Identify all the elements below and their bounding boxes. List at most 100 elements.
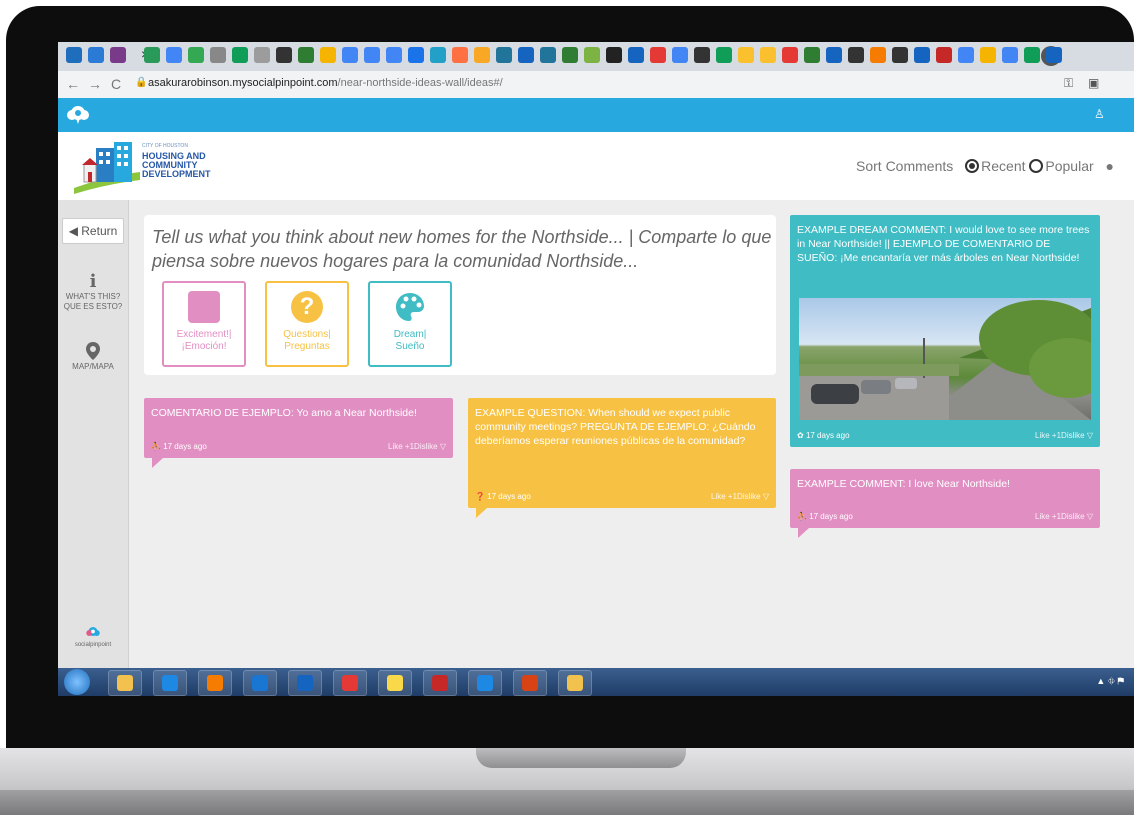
browser-tab-favicon-icon[interactable]: [782, 47, 798, 63]
extension-icon[interactable]: ▣: [1088, 76, 1099, 90]
thumbs-down-icon[interactable]: ▽: [1087, 512, 1093, 521]
start-button-icon[interactable]: [64, 669, 90, 695]
sidebar-item-whats-this[interactable]: i WHAT'S THIS? QUE ES ESTO?: [58, 272, 128, 312]
comment-age: 17 days ago: [809, 512, 853, 521]
like-dislike-controls[interactable]: Like +1Dislike ▽: [1035, 510, 1093, 524]
browser-tab-favicon-icon[interactable]: [804, 47, 820, 63]
browser-tab-favicon-icon[interactable]: [518, 47, 534, 63]
street-trees-image: [799, 300, 1091, 420]
taskbar-onedrive-icon[interactable]: [468, 670, 502, 696]
browser-tab-favicon-icon[interactable]: [408, 47, 424, 63]
browser-tab-favicon-icon[interactable]: [474, 47, 490, 63]
browser-tab-favicon-icon[interactable]: [342, 47, 358, 63]
question-icon: ?: [291, 291, 323, 323]
prompt-text: Tell us what you think about new homes f…: [152, 227, 772, 271]
browser-tab-favicon-icon[interactable]: [298, 47, 314, 63]
comment-card[interactable]: COMENTARIO DE EJEMPLO: Yo amo a Near Nor…: [144, 398, 453, 468]
browser-tab-favicon-icon[interactable]: [452, 47, 468, 63]
browser-tab-favicon-icon[interactable]: [540, 47, 556, 63]
thumbs-down-icon[interactable]: ▽: [763, 492, 769, 501]
taskbar-acrobat-icon[interactable]: [423, 670, 457, 696]
browser-tab-favicon-icon[interactable]: [958, 47, 974, 63]
powered-by-logo[interactable]: socialpinpoint: [68, 626, 118, 648]
return-button[interactable]: ◀ Return: [62, 218, 124, 244]
taskbar-media-player-icon[interactable]: [198, 670, 232, 696]
browser-tab-favicon-icon[interactable]: [166, 47, 182, 63]
browser-tab-favicon-icon[interactable]: [584, 47, 600, 63]
taskbar-calculator-icon[interactable]: [558, 670, 592, 696]
more-options-icon[interactable]: ●: [1106, 158, 1114, 174]
street-photo[interactable]: [799, 298, 1091, 420]
comment-card[interactable]: EXAMPLE COMMENT: I love Near Northside! …: [790, 469, 1100, 538]
info-icon: i: [89, 271, 97, 292]
radio-checked-icon[interactable]: [965, 159, 980, 173]
browser-tab-favicon-icon[interactable]: [1002, 47, 1018, 63]
sort-option-popular[interactable]: Popular: [1029, 158, 1094, 174]
browser-tab-favicon-icon[interactable]: [232, 47, 248, 63]
browser-tab-favicon-icon[interactable]: [1046, 47, 1062, 63]
like-dislike-controls[interactable]: Like +1Dislike ▽: [388, 440, 446, 454]
browser-tab-favicon-icon[interactable]: [1024, 47, 1040, 63]
browser-tab-favicon-icon[interactable]: [88, 47, 104, 63]
category-questions-button[interactable]: ? Questions| Preguntas: [265, 281, 349, 367]
thumbs-down-icon[interactable]: ▽: [1087, 431, 1093, 440]
taskbar-outlook-icon[interactable]: [288, 670, 322, 696]
browser-tab-favicon-icon[interactable]: [254, 47, 270, 63]
browser-tab-favicon-icon[interactable]: [496, 47, 512, 63]
onedrive-glyph-icon: [477, 675, 493, 691]
browser-tab-favicon-icon[interactable]: [66, 47, 82, 63]
key-icon[interactable]: ⚿: [1064, 76, 1073, 91]
comment-card[interactable]: EXAMPLE DREAM COMMENT: I would love to s…: [790, 215, 1100, 447]
taskbar-file-explorer-icon[interactable]: [108, 670, 142, 696]
people-icon: [188, 291, 220, 323]
browser-tab-favicon-icon[interactable]: [892, 47, 908, 63]
back-icon[interactable]: ←: [66, 76, 80, 92]
browser-tab-favicon-icon[interactable]: [936, 47, 952, 63]
browser-tab-favicon-icon[interactable]: [276, 47, 292, 63]
comment-text: EXAMPLE QUESTION: When should we expect …: [475, 407, 756, 447]
browser-tab-favicon-icon[interactable]: [364, 47, 380, 63]
browser-tab-favicon-icon[interactable]: [144, 47, 160, 63]
browser-tab-favicon-icon[interactable]: [430, 47, 446, 63]
system-tray[interactable]: ▲ ⛗ ⚑: [1096, 676, 1124, 687]
browser-tab-favicon-icon[interactable]: [606, 47, 622, 63]
browser-tab-favicon-icon[interactable]: [848, 47, 864, 63]
browser-tab-favicon-icon[interactable]: [694, 47, 710, 63]
like-dislike-controls[interactable]: Like +1Dislike ▽: [1035, 429, 1093, 443]
socialpinpoint-logo-icon[interactable]: [66, 104, 90, 126]
like-dislike-controls[interactable]: Like +1Dislike ▽: [711, 490, 769, 504]
taskbar-internet-explorer-icon[interactable]: [153, 670, 187, 696]
browser-tab-favicon-icon[interactable]: [914, 47, 930, 63]
comment-card[interactable]: EXAMPLE QUESTION: When should we expect …: [468, 398, 776, 518]
browser-tab-favicon-icon[interactable]: [738, 47, 754, 63]
browser-tab-favicon-icon[interactable]: [760, 47, 776, 63]
browser-tab-favicon-icon[interactable]: [628, 47, 644, 63]
forward-icon[interactable]: →: [88, 76, 102, 92]
browser-tab-favicon-icon[interactable]: [320, 47, 336, 63]
browser-tab-favicon-icon[interactable]: [110, 47, 126, 63]
sidebar-item-map[interactable]: MAP/MAPA: [58, 342, 128, 372]
browser-tab-favicon-icon[interactable]: [650, 47, 666, 63]
category-excitement-button[interactable]: Excitement!| ¡Emoción!: [162, 281, 246, 367]
taskbar-powerpoint-icon[interactable]: [513, 670, 547, 696]
browser-tab-favicon-icon[interactable]: [980, 47, 996, 63]
taskbar-edge-icon[interactable]: [243, 670, 277, 696]
like-dislike-label: Like +1Dislike: [1035, 512, 1085, 521]
radio-unchecked-icon[interactable]: [1029, 159, 1044, 173]
browser-tab-favicon-icon[interactable]: [672, 47, 688, 63]
user-icon[interactable]: ♙: [1094, 107, 1105, 121]
browser-tab-favicon-icon[interactable]: [826, 47, 842, 63]
taskbar-sticky-notes-icon[interactable]: [378, 670, 412, 696]
browser-tab-favicon-icon[interactable]: [562, 47, 578, 63]
thumbs-down-icon[interactable]: ▽: [440, 442, 446, 451]
reload-icon[interactable]: C: [111, 76, 121, 92]
browser-tab-favicon-icon[interactable]: [210, 47, 226, 63]
browser-tab-favicon-icon[interactable]: [870, 47, 886, 63]
browser-tab-favicon-icon[interactable]: [386, 47, 402, 63]
browser-tab-favicon-icon[interactable]: [188, 47, 204, 63]
sort-option-recent[interactable]: Recent: [965, 158, 1026, 174]
url-field[interactable]: asakurarobinson.mysocialpinpoint.com/nea…: [148, 77, 503, 89]
taskbar-chrome-icon[interactable]: [333, 670, 367, 696]
category-dream-button[interactable]: Dream| Sueño: [368, 281, 452, 367]
browser-tab-favicon-icon[interactable]: [716, 47, 732, 63]
